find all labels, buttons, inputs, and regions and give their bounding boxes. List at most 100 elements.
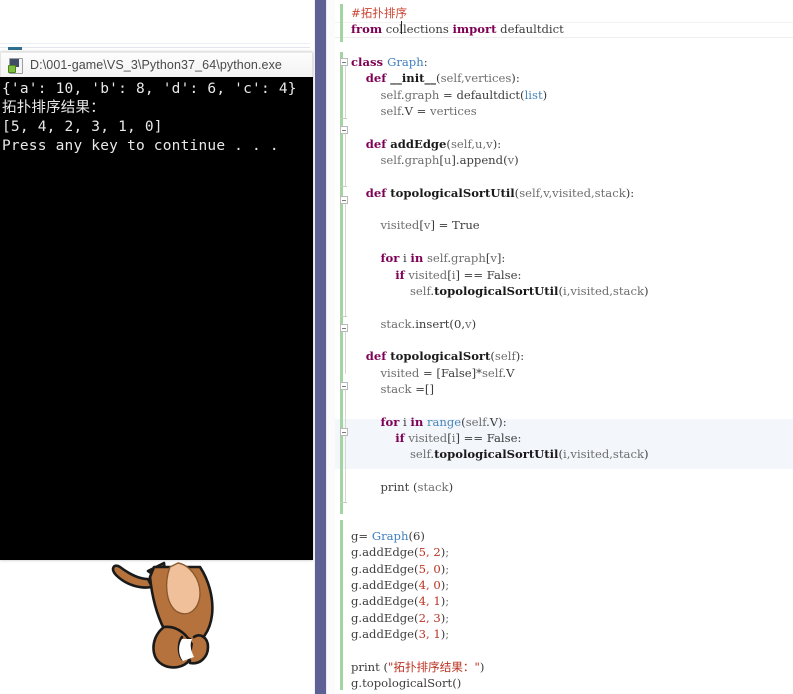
code-line: if visited[i] == False: — [351, 430, 793, 446]
code-token: False — [440, 365, 472, 380]
code-line: for i in range(self.V): — [351, 414, 793, 430]
change-bar — [340, 52, 343, 514]
code-token: : — [517, 267, 522, 282]
code-content[interactable]: #拓扑排序 from collections import defaultdict… — [351, 5, 793, 691]
code-token: False — [486, 267, 518, 282]
console-title-text: D:\001-game\VS_3\Python37_64\python.exe — [30, 58, 282, 72]
fold-toggle-method[interactable] — [340, 382, 348, 390]
code-token: addEdge — [362, 561, 415, 576]
code-token: ]* — [471, 365, 482, 380]
code-token: Graph — [387, 55, 424, 70]
code-token: vertices — [430, 104, 477, 119]
fold-toggle-block[interactable] — [340, 428, 348, 436]
code-line: self.graph = defaultdict(list) — [351, 87, 793, 103]
code-token: def — [365, 185, 391, 200]
code-token: if — [395, 267, 405, 282]
code-token: 3, 1 — [418, 627, 441, 642]
code-token: ) — [643, 447, 649, 462]
code-token: for — [380, 251, 400, 266]
code-token: topologicalSort — [362, 676, 453, 691]
code-token: "拓扑排序结果：" — [388, 659, 480, 674]
code-line: print (stack) — [351, 479, 793, 495]
code-line: stack =[] — [351, 381, 793, 397]
fold-tick — [341, 186, 347, 187]
code-token: i — [399, 414, 411, 429]
code-token: visited — [408, 430, 448, 445]
code-token: graph — [404, 153, 440, 168]
code-token: = [ — [419, 365, 441, 380]
fold-tick — [341, 118, 347, 119]
code-token: ( — [379, 659, 389, 674]
code-token: ] == — [455, 267, 487, 282]
code-token: in — [410, 414, 424, 429]
code-token: V — [489, 414, 499, 429]
code-line: self.topologicalSortUtil(i,visited,stack… — [351, 283, 793, 299]
code-token: topologicalSortUtil — [390, 185, 515, 200]
console-output-line: Press any key to continue . . . — [2, 138, 279, 154]
code-line: print ("拓扑排序结果：") — [351, 659, 793, 675]
code-token: stack — [380, 316, 412, 331]
code-token: visited — [380, 365, 420, 380]
left-panel-scrollbar-thumb[interactable] — [315, 0, 326, 694]
code-editor-panel[interactable]: #拓扑排序 from collections import defaultdict… — [335, 0, 793, 694]
code-line: stack.insert(0,v) — [351, 316, 793, 332]
code-token: in — [410, 251, 424, 266]
code-token: addEdge — [362, 610, 415, 625]
code-token: i — [399, 251, 411, 266]
fold-guide — [345, 196, 346, 316]
code-token: self — [380, 153, 401, 168]
code-token: def — [365, 349, 391, 364]
code-line: visited[v] = True — [351, 217, 793, 233]
code-token: ; — [445, 627, 450, 642]
code-token: for — [380, 414, 400, 429]
fold-toggle-method[interactable] — [340, 126, 348, 134]
code-token: 2, 3 — [418, 610, 441, 625]
code-token: () — [452, 676, 462, 691]
code-token: ) — [471, 316, 477, 331]
code-token: append — [459, 153, 504, 168]
code-token: ) — [542, 87, 548, 102]
code-token: ] = — [430, 218, 453, 233]
fold-guide — [345, 382, 346, 502]
code-token: from — [351, 22, 383, 37]
code-line: self.topologicalSortUtil(i,visited,stack… — [351, 446, 793, 462]
fold-toggle-class[interactable] — [340, 58, 348, 66]
console-output-area[interactable]: {'a': 10, 'b': 8, 'd': 6, 'c': 4} 拓扑排序结果… — [0, 77, 313, 560]
code-token: ) — [514, 153, 519, 168]
code-line: g.addEdge(3, 1); — [351, 626, 793, 642]
code-token: =[] — [411, 381, 434, 396]
code-token: ): — [625, 185, 635, 200]
code-token: addEdge — [362, 594, 415, 609]
fold-guide — [345, 126, 346, 186]
console-titlebar[interactable]: D:\001-game\VS_3\Python37_64\python.exe — [0, 52, 313, 77]
change-bar — [340, 4, 343, 42]
code-line: def addEdge(self,u,v): — [351, 136, 793, 152]
code-token: print — [351, 659, 380, 674]
code-token: V — [404, 104, 413, 119]
code-token: g= — [351, 529, 372, 543]
code-token: visited — [380, 218, 420, 233]
code-token: ) — [643, 283, 649, 298]
code-token: : — [423, 55, 428, 70]
code-token: addEdge — [362, 545, 415, 560]
code-token: self,v,visited,stack — [519, 185, 626, 200]
code-token: if — [395, 430, 405, 445]
code-token: self — [409, 283, 431, 298]
code-line: def __init__(self,vertices): — [351, 70, 793, 86]
code-line: def topologicalSortUtil(self,v,visited,s… — [351, 185, 793, 201]
fold-toggle-method[interactable] — [340, 196, 348, 204]
code-token: 4, 0 — [418, 578, 441, 593]
code-line: g.addEdge(5, 0); — [351, 561, 793, 577]
console-window[interactable]: D:\001-game\VS_3\Python37_64\python.exe … — [0, 52, 313, 560]
code-token: range — [426, 414, 462, 429]
code-token: self — [481, 365, 503, 380]
code-token: ): — [511, 71, 520, 86]
fold-toggle-method[interactable] — [340, 324, 348, 332]
code-token: i,visited,stack — [563, 283, 644, 298]
code-token: print — [380, 479, 410, 494]
